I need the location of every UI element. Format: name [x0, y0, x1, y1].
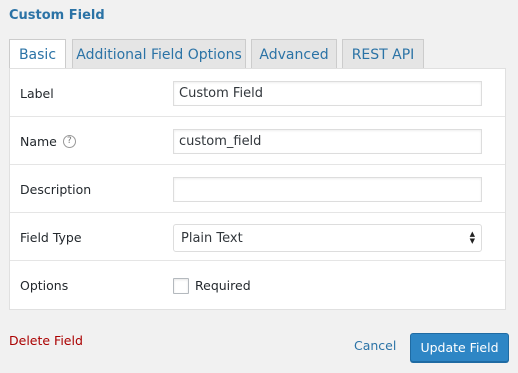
tab-rest-api[interactable]: REST API: [342, 39, 424, 69]
name-row-label: Name ?: [20, 117, 76, 165]
tab-additional-field-options[interactable]: Additional Field Options: [72, 39, 246, 69]
cancel-link[interactable]: Cancel: [354, 338, 396, 353]
name-label-text: Name: [20, 133, 57, 149]
help-icon[interactable]: ?: [62, 134, 76, 148]
field-type-select[interactable]: Plain Text ▲ ▼: [173, 224, 482, 252]
panel-title: Custom Field: [9, 8, 105, 23]
name-row: Name ? custom_field: [10, 117, 505, 165]
tab-basic[interactable]: Basic: [9, 39, 66, 70]
required-checkbox-label[interactable]: Required: [195, 261, 251, 309]
options-row: Options Required: [10, 261, 505, 309]
label-row: Label Custom Field: [10, 69, 505, 117]
label-row-label: Label: [20, 85, 54, 101]
label-input[interactable]: Custom Field: [173, 81, 482, 106]
field-settings-box: Label Custom Field Name ? custom_field D…: [9, 68, 506, 310]
required-checkbox[interactable]: [173, 278, 189, 294]
update-field-button[interactable]: Update Field: [410, 333, 509, 362]
description-row: Description: [10, 165, 505, 213]
name-input[interactable]: custom_field: [173, 129, 482, 154]
options-row-label: Options: [20, 277, 69, 293]
select-arrows-icon: ▲ ▼: [469, 230, 475, 245]
field-type-row: Field Type Plain Text ▲ ▼: [10, 213, 505, 261]
delete-field-link[interactable]: Delete Field: [9, 333, 83, 348]
field-type-selected-value: Plain Text: [181, 230, 243, 246]
tab-advanced[interactable]: Advanced: [251, 39, 337, 69]
description-row-label: Description: [20, 181, 92, 197]
description-input[interactable]: [173, 177, 482, 202]
field-type-row-label: Field Type: [20, 229, 82, 245]
